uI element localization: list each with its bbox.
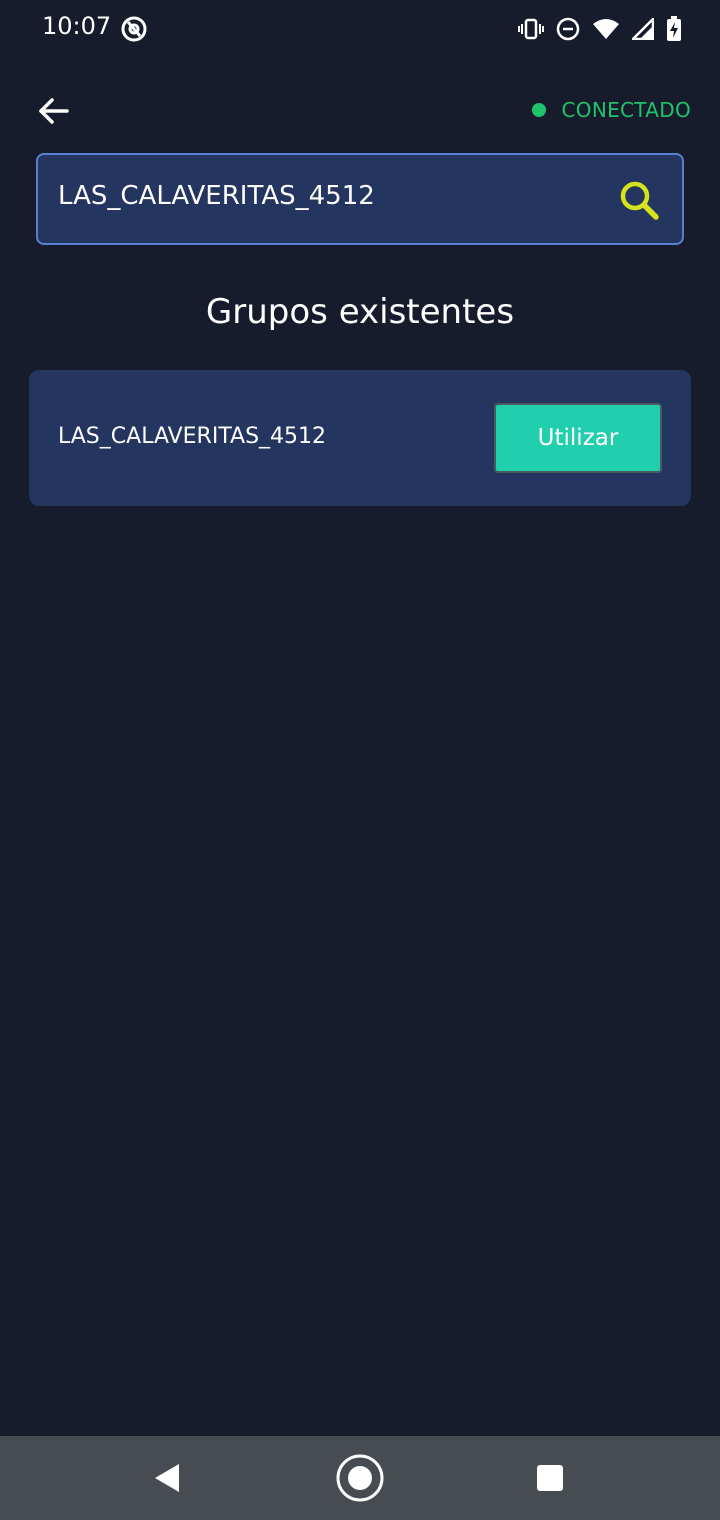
system-nav-bar [0,1436,720,1520]
search-box [36,153,684,245]
connection-status-label: CONECTADO [561,98,691,122]
nav-back-button[interactable] [143,1454,191,1502]
arrow-left-icon [39,98,69,124]
status-time: 10:07 [42,12,112,40]
recents-square-icon [537,1465,563,1491]
do-not-disturb-icon [556,17,580,41]
connection-status: CONECTADO [531,98,691,122]
status-icons [518,14,682,44]
wifi-icon [592,18,620,40]
status-bar: 10:07 [0,0,720,56]
group-card: LAS_CALAVERITAS_4512 Utilizar [29,370,691,506]
search-input[interactable] [58,181,598,211]
group-name: LAS_CALAVERITAS_4512 [58,424,327,449]
at-sign-icon [120,15,148,43]
back-triangle-icon [155,1464,179,1492]
use-group-button[interactable]: Utilizar [494,403,662,473]
vibrate-icon [518,17,544,41]
signal-icon [632,18,654,40]
section-title: Grupos existentes [205,292,515,332]
nav-recents-button[interactable] [526,1454,574,1502]
home-circle-icon [336,1454,384,1502]
battery-charging-icon [666,16,682,42]
status-dot [531,103,546,117]
search-icon[interactable] [618,179,662,223]
back-button[interactable] [34,92,72,130]
nav-home-button[interactable] [336,1454,384,1502]
